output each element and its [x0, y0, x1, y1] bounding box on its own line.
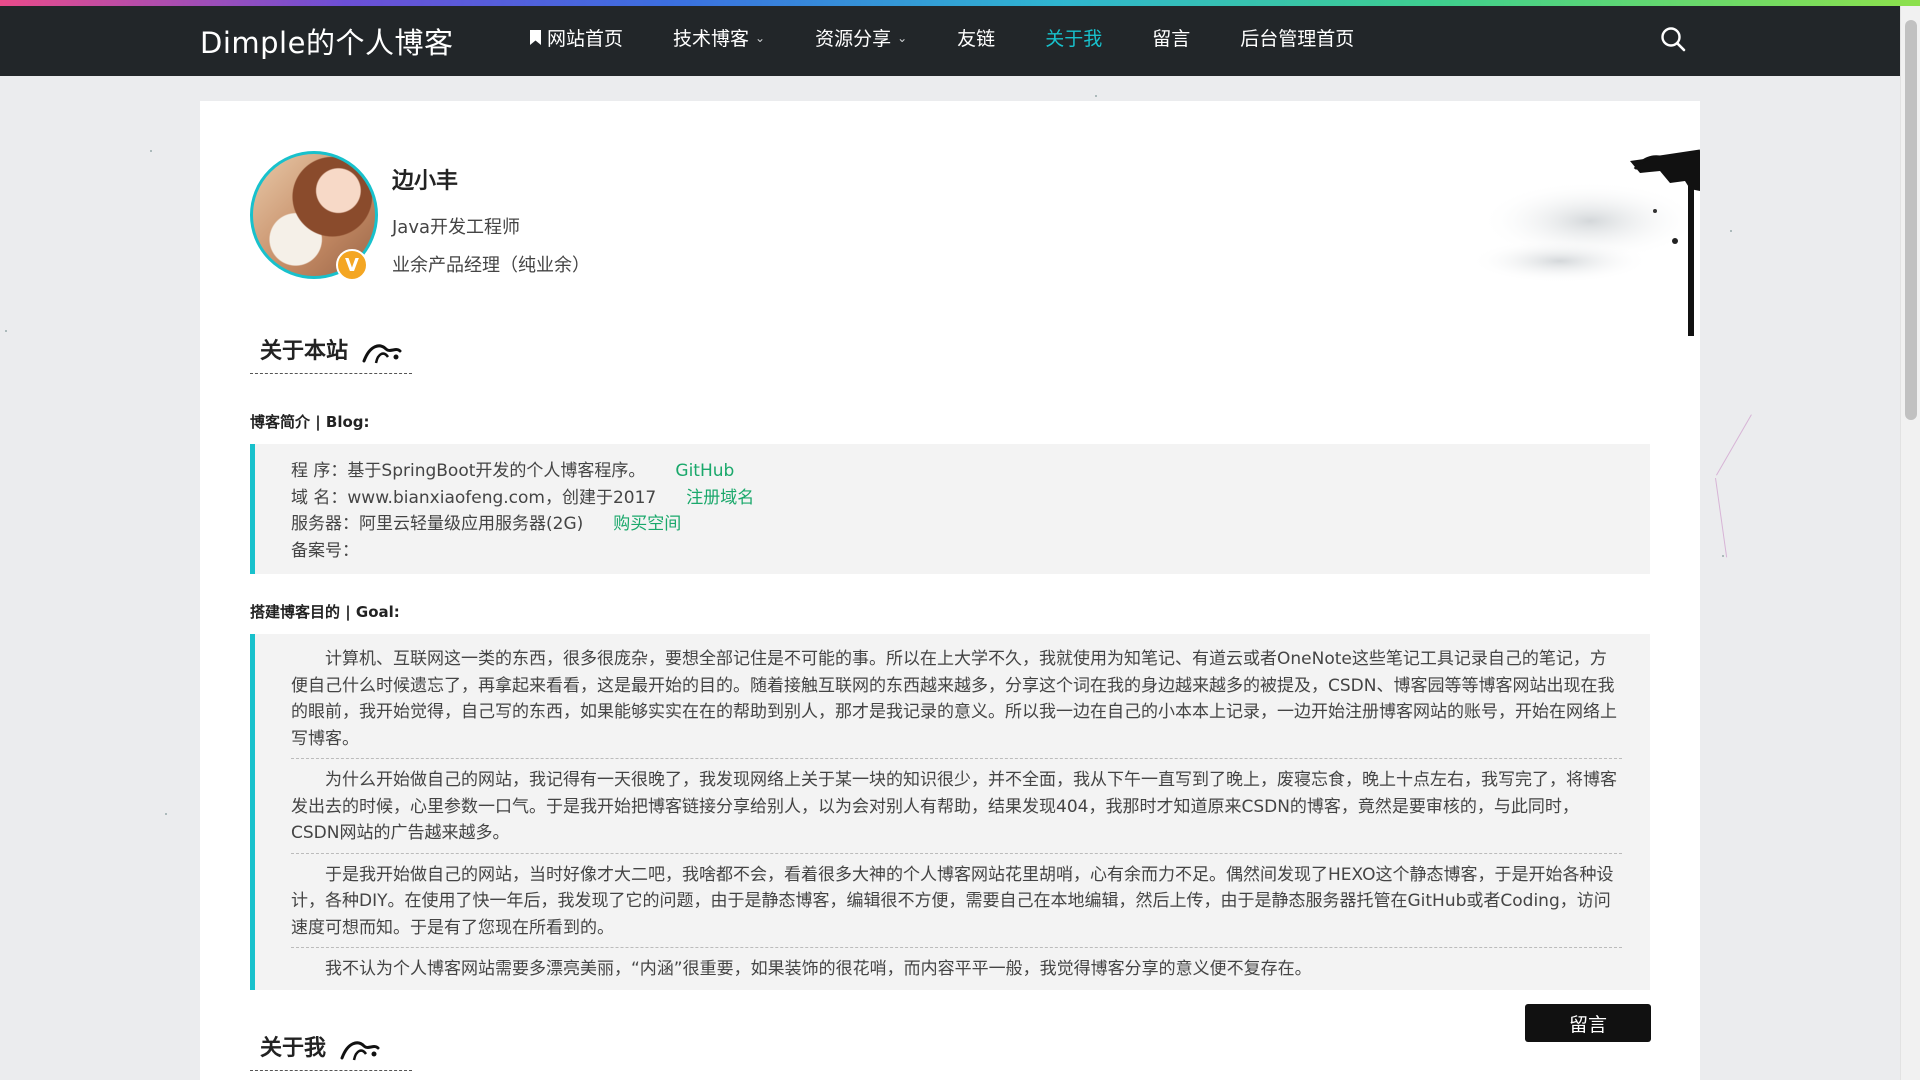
nav-item-tech-blog[interactable]: 技术博客 ⌄ [673, 24, 765, 51]
nav-label: 资源分享 [815, 28, 892, 50]
chevron-down-icon: ⌄ [755, 30, 766, 45]
info-line-domain: 域 名：www.bianxiaofeng.com，创建于2017 注册域名 [291, 485, 1650, 512]
verified-badge-icon: V [336, 249, 368, 281]
section-title: 关于本站 [260, 339, 349, 364]
nav-item-links[interactable]: 友链 [957, 24, 995, 51]
register-domain-link[interactable]: 注册域名 [686, 488, 754, 508]
about-card: V 边小丰 Java开发工程师 业余产品经理（纯业余） 关于本站 博客简介 | … [200, 101, 1700, 1080]
ink-swirl-icon [340, 1041, 380, 1061]
nav-label: 留言 [1152, 28, 1191, 50]
info-text: 服务器：阿里云轻量级应用服务器(2G) [291, 514, 584, 534]
github-link[interactable]: GitHub [675, 461, 734, 481]
info-text: 备案号： [291, 540, 359, 561]
info-line-program: 程 序：基于SpringBoot开发的个人博客程序。 GitHub [291, 458, 1650, 485]
info-line-icp: 备案号： [291, 538, 1650, 565]
profile-note: 业余产品经理（纯业余） [392, 255, 590, 276]
profile-header: V 边小丰 Java开发工程师 业余产品经理（纯业余） [250, 151, 590, 281]
ink-pavilion-decoration [1470, 149, 1700, 336]
bg-particle-line [1716, 414, 1752, 476]
section-title: 关于我 [260, 1036, 327, 1061]
bg-particle [1095, 95, 1097, 97]
site-brand[interactable]: Dimple的个人博客 [200, 20, 453, 62]
section-heading-about-site: 关于本站 [250, 333, 412, 374]
goal-paragraph: 于是我开始做自己的网站，当时好像才大二吧，我啥都不会，看着很多大神的个人博客网站… [291, 862, 1622, 948]
bg-particle [1722, 555, 1724, 557]
nav-item-about[interactable]: 关于我 [1045, 24, 1102, 51]
profile-info: 边小丰 Java开发工程师 业余产品经理（纯业余） [392, 163, 590, 279]
nav-label: 后台管理首页 [1240, 28, 1355, 50]
nav-label: 网站首页 [547, 28, 624, 50]
message-button[interactable]: 留言 [1525, 1004, 1651, 1042]
blog-goal-box: 计算机、互联网这一类的东西，很多很庞杂，要想全部记住是不可能的事。所以在上大学不… [250, 634, 1650, 990]
goal-paragraph: 计算机、互联网这一类的东西，很多很庞杂，要想全部记住是不可能的事。所以在上大学不… [291, 646, 1622, 759]
navbar: Dimple的个人博客 网站首页 技术博客 ⌄ 资源分享 ⌄ 友链 关于我 留言… [0, 0, 1900, 76]
page-scrollbar[interactable] [1900, 0, 1920, 1080]
info-line-server: 服务器：阿里云轻量级应用服务器(2G) 购买空间 [291, 511, 1650, 538]
blog-intro-label: 博客简介 | Blog: [250, 413, 370, 431]
avatar-wrapper: V [250, 151, 378, 281]
bg-particle [5, 330, 7, 332]
info-text: 域 名：www.bianxiaofeng.com，创建于2017 [291, 487, 657, 508]
scrollbar-thumb[interactable] [1905, 20, 1917, 420]
bookmark-icon [530, 30, 541, 45]
nav-item-home[interactable]: 网站首页 [530, 24, 623, 51]
nav-item-admin[interactable]: 后台管理首页 [1240, 24, 1354, 51]
bg-particle [165, 813, 167, 815]
nav-label: 关于我 [1045, 28, 1103, 50]
search-icon[interactable] [1660, 26, 1686, 52]
bg-particle-line [1715, 478, 1728, 558]
nav-label: 技术博客 [673, 28, 750, 50]
bg-particle [150, 150, 152, 152]
ink-swirl-icon [362, 344, 402, 364]
goal-paragraph: 为什么开始做自己的网站，我记得有一天很晚了，我发现网络上关于某一块的知识很少，并… [291, 767, 1622, 854]
main-nav: 网站首页 技术博客 ⌄ 资源分享 ⌄ 友链 关于我 留言 后台管理首页 [530, 24, 1404, 51]
nav-item-message[interactable]: 留言 [1152, 24, 1190, 51]
nav-label: 友链 [957, 28, 996, 50]
bg-particle [1730, 230, 1732, 232]
nav-item-resources[interactable]: 资源分享 ⌄ [815, 24, 907, 51]
top-color-bar [0, 0, 1920, 6]
buy-space-link[interactable]: 购买空间 [613, 514, 681, 534]
profile-title: Java开发工程师 [392, 217, 521, 238]
info-text: 程 序：基于SpringBoot开发的个人博客程序。 [291, 461, 646, 481]
section-heading-about-me: 关于我 [250, 1030, 412, 1071]
profile-name: 边小丰 [392, 169, 459, 194]
blog-info-box: 程 序：基于SpringBoot开发的个人博客程序。 GitHub 域 名：www… [250, 444, 1650, 574]
blog-goal-label: 搭建博客目的 | Goal: [250, 603, 400, 621]
goal-paragraph: 我不认为个人博客网站需要多漂亮美丽，“内涵”很重要，如果装饰的很花哨，而内容平平… [325, 959, 1312, 979]
chevron-down-icon: ⌄ [897, 30, 908, 45]
